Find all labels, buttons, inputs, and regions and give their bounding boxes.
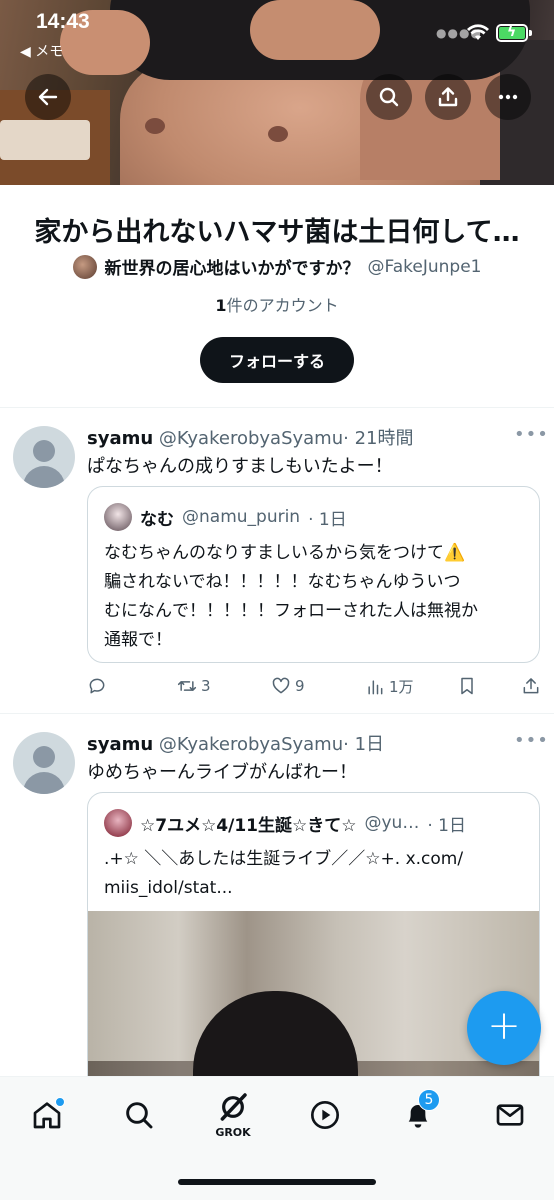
- quoted-media[interactable]: [88, 911, 539, 1091]
- quoted-text-line: 通報で！: [104, 630, 172, 650]
- post-text: ぱなちゃんの成りすましもいたよー！: [87, 456, 393, 477]
- mail-icon: [496, 1104, 524, 1126]
- quoted-time: · 1日: [308, 509, 347, 530]
- account-count[interactable]: 1件のアカウント: [0, 292, 554, 316]
- list-owner[interactable]: 新世界の居心地はいかがですか？ @FakeJunpe1: [0, 254, 554, 279]
- post-time[interactable]: · 1日: [343, 734, 384, 755]
- quoted-text: なむちゃんのなりすましいるから気をつけて⚠️ 騙されないでね！！！！！なむちゃん…: [104, 539, 529, 655]
- quoted-author-name: ☆7ユメ☆4/11生誕☆きて☆: [140, 815, 357, 836]
- bookmark-icon: [461, 677, 473, 695]
- divider: [0, 407, 554, 408]
- quoted-text-line: なむちゃんのなりすましいるから気をつけて⚠️: [104, 543, 466, 563]
- owner-name[interactable]: 新世界の居心地はいかがですか？: [105, 254, 360, 279]
- reply-icon: [89, 678, 105, 694]
- nav-video[interactable]: [305, 1095, 345, 1135]
- status-bar: 14:43 ◀ メモ ●●●● ϟ: [0, 0, 554, 62]
- more-options-button[interactable]: [485, 74, 531, 120]
- quoted-author-name: なむ: [140, 509, 174, 530]
- like-count: 9: [295, 677, 305, 695]
- owner-handle[interactable]: @FakeJunpe1: [368, 257, 482, 277]
- quoted-author-handle: @namu_purin: [182, 507, 301, 527]
- play-circle-icon: [311, 1101, 339, 1129]
- follow-list-button[interactable]: フォローする: [200, 337, 354, 383]
- view-count: 1万: [389, 678, 414, 696]
- like-button[interactable]: 9: [271, 676, 305, 696]
- grok-icon: [220, 1093, 247, 1121]
- nav-notifications[interactable]: 5: [398, 1089, 440, 1135]
- account-count-label: 件のアカウント: [226, 296, 339, 315]
- quoted-avatar: [104, 809, 132, 837]
- search-button[interactable]: [366, 74, 412, 120]
- quoted-time: · 1日: [427, 815, 466, 836]
- post-meta: syamu @KyakerobyaSyamu· 1日: [87, 730, 384, 756]
- arrow-left-icon: [38, 88, 58, 106]
- post-actions: 3 9 1万: [87, 676, 542, 700]
- retweet-count: 3: [201, 677, 211, 695]
- quoted-text-line: miis_idol/stat...: [104, 878, 233, 898]
- quoted-text: .+☆ ＼＼あしたは生誕ライブ／／☆+. x.com/ miis_idol/st…: [104, 845, 529, 903]
- author-name[interactable]: syamu: [87, 734, 153, 755]
- quoted-avatar: [104, 503, 132, 531]
- post-more-button[interactable]: •••: [514, 424, 549, 445]
- share-icon: [523, 678, 539, 694]
- list-title: 家から出れないハマサ菌は土日何して…: [34, 217, 520, 248]
- search-icon: [126, 1102, 153, 1129]
- nav-search[interactable]: [119, 1095, 159, 1135]
- grok-label: GROK: [215, 1126, 251, 1139]
- compose-button[interactable]: +: [467, 991, 541, 1065]
- search-icon: [379, 87, 399, 107]
- divider: [0, 713, 554, 714]
- battery-icon: ϟ: [496, 24, 532, 42]
- retweet-button[interactable]: 3: [177, 676, 211, 696]
- nav-home[interactable]: [27, 1095, 67, 1135]
- home-indicator: [178, 1179, 376, 1185]
- bar-chart-icon: [368, 679, 383, 694]
- author-name[interactable]: syamu: [87, 428, 153, 449]
- nav-messages[interactable]: [490, 1095, 530, 1135]
- share-icon: [438, 87, 458, 107]
- share-post-button[interactable]: [521, 676, 541, 696]
- plus-icon: +: [487, 1003, 521, 1049]
- heart-icon: [272, 677, 290, 694]
- retweet-icon: [177, 681, 197, 691]
- quoted-text-line: むになんで！！！！！フォローされた人は無視か: [104, 601, 478, 621]
- quoted-text-line: .+☆ ＼＼あしたは生誕ライブ／／☆+. x.com/: [104, 849, 464, 869]
- post-text: ゆめちゃーんライブがんばれー！: [87, 762, 357, 783]
- author-handle[interactable]: @KyakerobyaSyamu: [159, 428, 343, 449]
- quoted-post[interactable]: なむ @namu_purin · 1日 なむちゃんのなりすましいるから気をつけて⚠…: [87, 486, 540, 663]
- bookmark-button[interactable]: [457, 676, 477, 696]
- post-meta: syamu @KyakerobyaSyamu· 21時間: [87, 424, 413, 450]
- avatar[interactable]: [13, 426, 75, 488]
- author-handle[interactable]: @KyakerobyaSyamu: [159, 734, 343, 755]
- account-count-number: 1: [215, 296, 227, 315]
- nav-grok[interactable]: [213, 1087, 253, 1127]
- back-button[interactable]: [25, 74, 71, 120]
- share-button[interactable]: [425, 74, 471, 120]
- home-new-dot: [55, 1097, 65, 1107]
- quoted-text-line: 騙されないでね！！！！！なむちゃんゆういつ: [104, 572, 461, 592]
- post-more-button[interactable]: •••: [514, 730, 549, 751]
- notification-badge: 5: [418, 1089, 440, 1111]
- more-horizontal-icon: [498, 94, 518, 100]
- owner-avatar[interactable]: [72, 254, 97, 279]
- post-time[interactable]: · 21時間: [343, 428, 413, 449]
- avatar[interactable]: [13, 732, 75, 794]
- status-time: 14:43: [36, 10, 90, 33]
- quoted-author-handle: @yu…: [364, 813, 420, 833]
- reply-button[interactable]: [87, 676, 107, 696]
- views-button[interactable]: 1万: [365, 676, 414, 697]
- back-to-app-link[interactable]: ◀ メモ: [20, 41, 63, 61]
- wifi-icon: [467, 24, 489, 40]
